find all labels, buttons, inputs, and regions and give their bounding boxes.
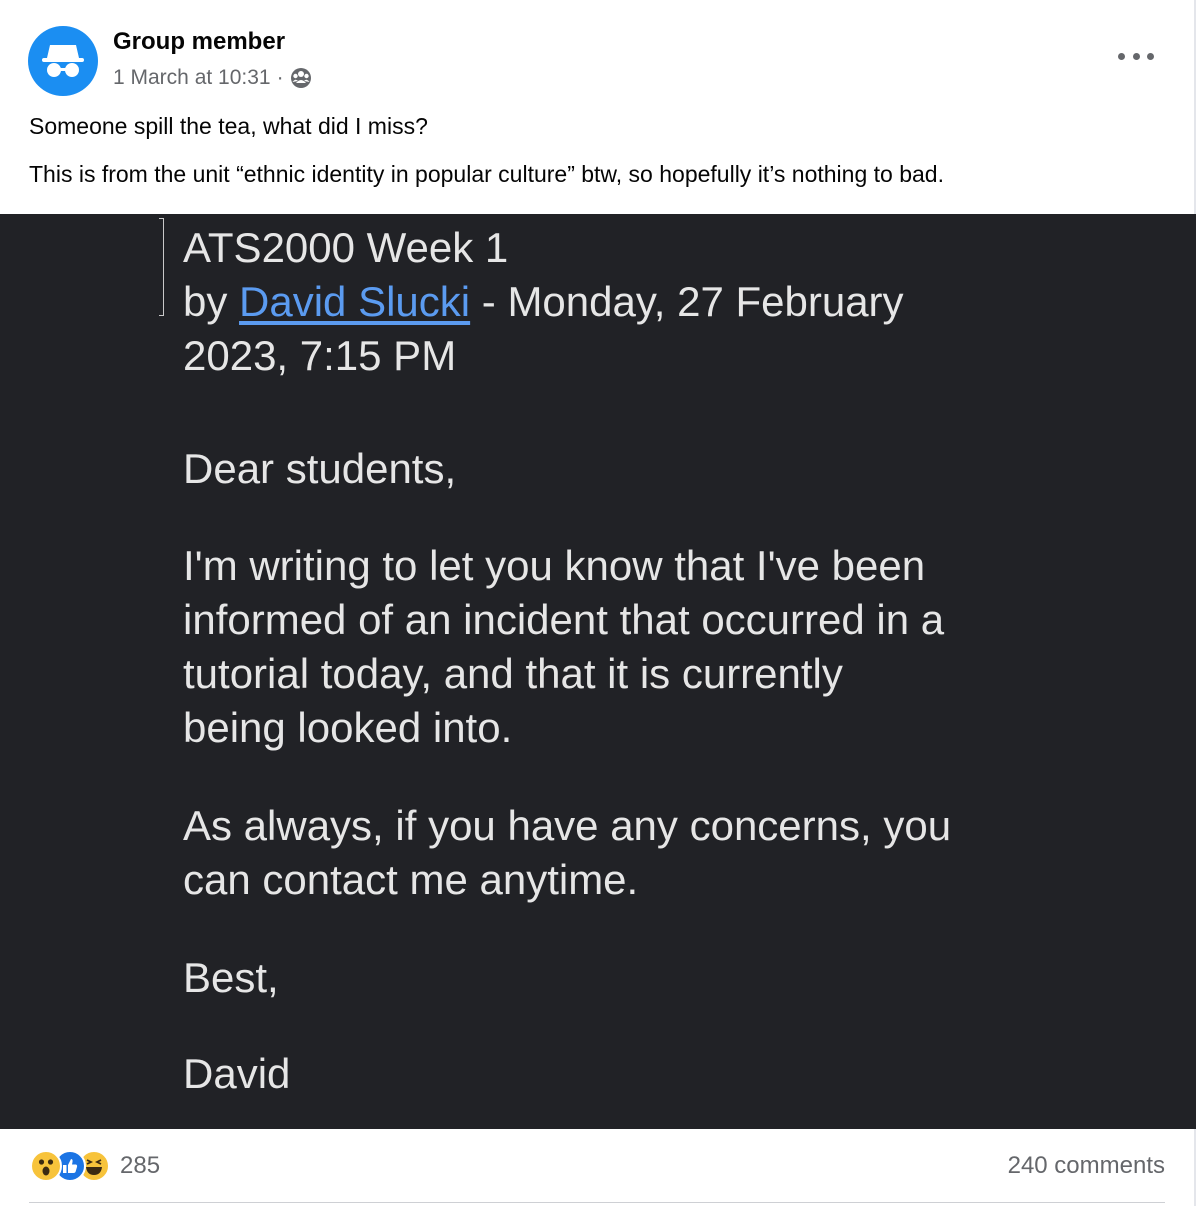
post-caption-line: This is from the unit “ethnic identity i… [29,161,944,187]
announcement-greeting: Dear students, [183,445,457,492]
announcement-title: ATS2000 Week 1 [183,224,509,271]
anonymous-avatar[interactable] [28,26,98,96]
post-author[interactable]: Group member [113,28,285,56]
announcement-signature: David [183,1050,291,1097]
selection-bracket [159,218,164,316]
announcement-body-line: tutorial today, and that it is currently [183,650,843,697]
footer-divider [29,1202,1165,1203]
announcement-body-line: As always, if you have any concerns, you [183,802,952,849]
meta-separator: · [276,66,284,89]
post-image[interactable]: ATS2000 Week 1 by David Slucki - Monday,… [0,214,1196,1129]
announcement-byline: by David Slucki - Monday, 27 February [183,275,904,329]
announcement-body-line: I'm writing to let you know that I've be… [183,542,926,589]
feed-post: Group member 1 March at 10:31 · Someone … [0,0,1196,1206]
byline-prefix: by [183,278,240,325]
post-timestamp[interactable]: 1 March at 10:31 [113,66,271,90]
byline-date: - Monday, 27 February [470,278,904,325]
wow-reaction-icon [30,1150,62,1182]
announcement-body-line: informed of an incident that occurred in… [183,596,945,643]
announcement-signoff: Best, [183,954,279,1001]
more-options-icon[interactable] [1118,44,1154,68]
post-meta: 1 March at 10:31 · [113,66,312,90]
author-link[interactable]: David Slucki [239,278,470,325]
reactions-summary[interactable]: 285 [30,1150,160,1182]
announcement-body-line: can contact me anytime. [183,856,639,903]
byline-date-cont: 2023, 7:15 PM [183,332,457,379]
comments-count-link[interactable]: 240 comments [1008,1152,1165,1180]
incognito-icon [42,45,84,77]
post-caption-line: Someone spill the tea, what did I miss? [29,113,428,139]
reaction-count[interactable]: 285 [120,1152,160,1180]
announcement-body-line: being looked into. [183,704,513,751]
group-icon[interactable] [290,67,312,89]
